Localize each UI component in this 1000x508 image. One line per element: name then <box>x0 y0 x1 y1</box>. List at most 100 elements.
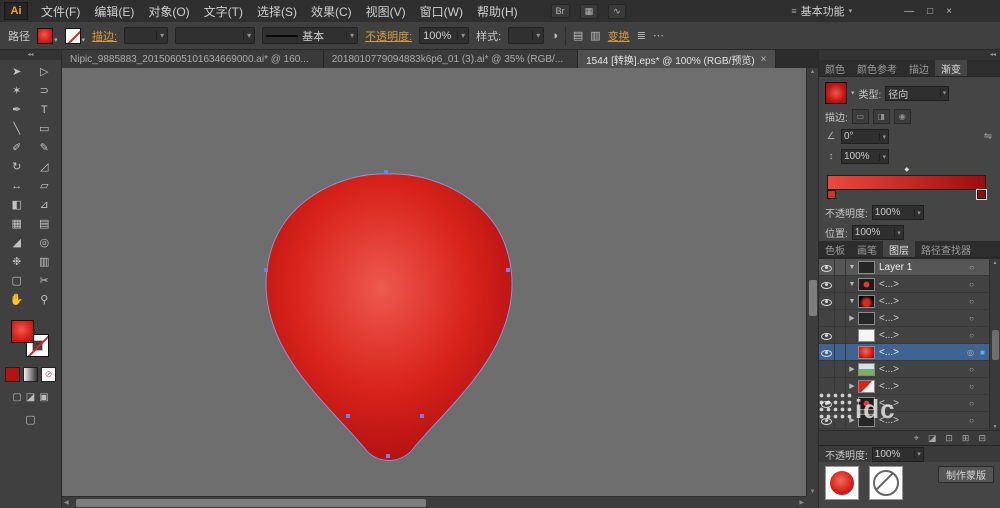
column-graph-tool[interactable]: ▥ <box>31 252 59 271</box>
new-layer-icon[interactable]: ⊞ <box>962 433 970 444</box>
mask-thumbnail[interactable] <box>869 466 903 500</box>
gradient-stop-start[interactable] <box>827 190 836 199</box>
target-icon[interactable]: ○ <box>969 263 974 272</box>
recolor-artwork-icon[interactable]: ◑ <box>551 30 558 42</box>
delete-layer-icon[interactable]: ⊟ <box>978 433 986 444</box>
horizontal-scrollbar[interactable]: ◀ ▶ <box>62 496 806 508</box>
layer-row[interactable]: <...> ◎ ■ <box>819 344 1000 361</box>
lock-toggle[interactable] <box>835 412 846 428</box>
transparency-opacity-field[interactable]: 100% ▾ <box>871 446 924 462</box>
gradient-preview-swatch[interactable] <box>825 82 847 104</box>
tab-pathfinder[interactable]: 路径查找器 <box>915 241 977 257</box>
paintbrush-tool[interactable]: ✐ <box>3 138 31 157</box>
pencil-tool[interactable]: ✎ <box>31 138 59 157</box>
draw-normal-icon[interactable]: ▢ <box>12 392 21 403</box>
red-shape[interactable] <box>265 173 513 461</box>
bridge-icon[interactable]: Br <box>550 4 570 18</box>
tab-color-guide[interactable]: 颜色参考 <box>851 60 903 76</box>
stop-location-field[interactable]: 100% ▾ <box>851 225 904 240</box>
preferences-icon[interactable]: ▥ <box>590 29 600 42</box>
layer-row[interactable]: <...> ○ <box>819 327 1000 344</box>
visibility-toggle[interactable] <box>819 412 835 428</box>
width-profile-field[interactable]: ▾ <box>175 27 256 44</box>
make-mask-button[interactable]: 制作蒙版 <box>938 466 994 483</box>
visibility-toggle[interactable] <box>819 361 835 377</box>
gradient-stroke-within-icon[interactable]: ▭ <box>851 109 869 124</box>
menu-edit[interactable]: 编辑(E) <box>87 1 141 22</box>
screen-mode-icon[interactable]: ▢ <box>0 413 61 426</box>
target-icon[interactable]: ○ <box>969 297 974 306</box>
brush-definition-field[interactable]: 基本 ▾ <box>262 27 359 44</box>
zoom-tool[interactable]: ⚲ <box>31 290 59 309</box>
menu-help[interactable]: 帮助(H) <box>470 1 525 22</box>
doc-tab-1[interactable]: Nipic_9885883_20150605101634669000.ai* @… <box>62 50 324 68</box>
stroke-weight-link[interactable]: 描边: <box>92 28 117 44</box>
layer-row[interactable]: ▼ Layer 1 ○ <box>819 259 1000 276</box>
visibility-toggle[interactable] <box>819 276 835 292</box>
make-clip-mask-icon[interactable]: ◪ <box>928 433 937 444</box>
stop-opacity-field[interactable]: 100% ▾ <box>871 205 924 220</box>
lock-toggle[interactable] <box>835 327 846 343</box>
menu-file[interactable]: 文件(F) <box>34 1 87 22</box>
vertical-scrollbar[interactable]: ▲ ▼ <box>806 68 818 496</box>
color-mode-icon[interactable] <box>5 367 20 382</box>
lock-toggle[interactable] <box>835 361 846 377</box>
target-icon[interactable]: ○ <box>969 365 974 374</box>
rotate-tool[interactable]: ↻ <box>3 157 31 176</box>
visibility-toggle[interactable] <box>819 344 835 360</box>
workspace-switcher[interactable]: ≡ 基本功能 ▾ <box>791 3 852 19</box>
rectangle-tool[interactable]: ▭ <box>31 119 59 138</box>
target-icon[interactable]: ○ <box>969 314 974 323</box>
layers-scroll-thumb[interactable] <box>991 330 999 360</box>
tab-swatches[interactable]: 色板 <box>819 241 851 257</box>
lock-toggle[interactable] <box>835 395 846 411</box>
draw-inside-icon[interactable]: ▣ <box>39 392 48 403</box>
visibility-toggle[interactable] <box>819 259 835 275</box>
gradient-midpoint-icon[interactable]: ◆ <box>905 166 910 173</box>
transform-link[interactable]: 变换 <box>608 28 630 44</box>
stroke-color-swatch[interactable] <box>64 27 81 44</box>
close-tab-icon[interactable]: × <box>761 54 767 65</box>
lock-toggle[interactable] <box>835 378 846 394</box>
new-sublayer-icon[interactable]: ⊡ <box>945 433 953 444</box>
cs-live-icon[interactable]: ∿ <box>608 3 626 19</box>
reverse-gradient-icon[interactable]: ⇋ <box>982 131 994 142</box>
scroll-down-icon[interactable]: ▼ <box>810 489 816 495</box>
lasso-tool[interactable]: ⊃ <box>31 81 59 100</box>
canvas[interactable] <box>62 68 806 496</box>
gradient-stop-end[interactable] <box>976 189 987 200</box>
visibility-toggle[interactable] <box>819 395 835 411</box>
target-icon[interactable]: ○ <box>969 280 974 289</box>
none-mode-icon[interactable]: ⊘ <box>41 367 56 382</box>
horizontal-scroll-thumb[interactable] <box>76 499 426 507</box>
fill-dropdown-icon[interactable]: ▾ <box>54 36 58 44</box>
scroll-left-icon[interactable]: ◀ <box>64 499 69 506</box>
expand-arrow-icon[interactable]: ▶ <box>846 416 858 424</box>
menu-effect[interactable]: 效果(C) <box>304 1 359 22</box>
menu-type[interactable]: 文字(T) <box>197 1 250 22</box>
tab-brushes[interactable]: 画笔 <box>851 241 883 257</box>
object-thumbnail[interactable] <box>825 466 859 500</box>
document-setup-icon[interactable]: ▤ <box>573 29 583 42</box>
layer-row[interactable]: ▶ <...> ○ <box>819 361 1000 378</box>
gradient-mode-icon[interactable] <box>23 367 38 382</box>
target-icon[interactable]: ○ <box>969 331 974 340</box>
gradient-angle-field[interactable]: 0° ▾ <box>841 129 889 144</box>
opacity-field[interactable]: 100% ▾ <box>419 27 470 44</box>
lock-toggle[interactable] <box>835 276 846 292</box>
draw-behind-icon[interactable]: ◪ <box>26 392 35 403</box>
menu-view[interactable]: 视图(V) <box>359 1 413 22</box>
align-icon[interactable]: ≣ <box>637 29 646 42</box>
doc-tab-3[interactable]: 1544 [转换].eps* @ 100% (RGB/预览) × <box>578 50 776 68</box>
arrange-documents-icon[interactable]: ▦ <box>579 3 599 19</box>
mesh-tool[interactable]: ▦ <box>3 214 31 233</box>
gradient-type-field[interactable]: 径向 ▾ <box>885 85 950 101</box>
menu-object[interactable]: 对象(O) <box>141 1 196 22</box>
layer-row[interactable]: <...> ○ <box>819 395 1000 412</box>
gradient-tool[interactable]: ▤ <box>31 214 59 233</box>
menu-window[interactable]: 窗口(W) <box>413 1 470 22</box>
restore-button[interactable]: □ <box>927 6 933 17</box>
selection-tool[interactable]: ➤ <box>3 62 31 81</box>
locate-object-icon[interactable]: ⌖ <box>914 433 919 444</box>
expand-arrow-icon[interactable]: ▶ <box>846 382 858 390</box>
